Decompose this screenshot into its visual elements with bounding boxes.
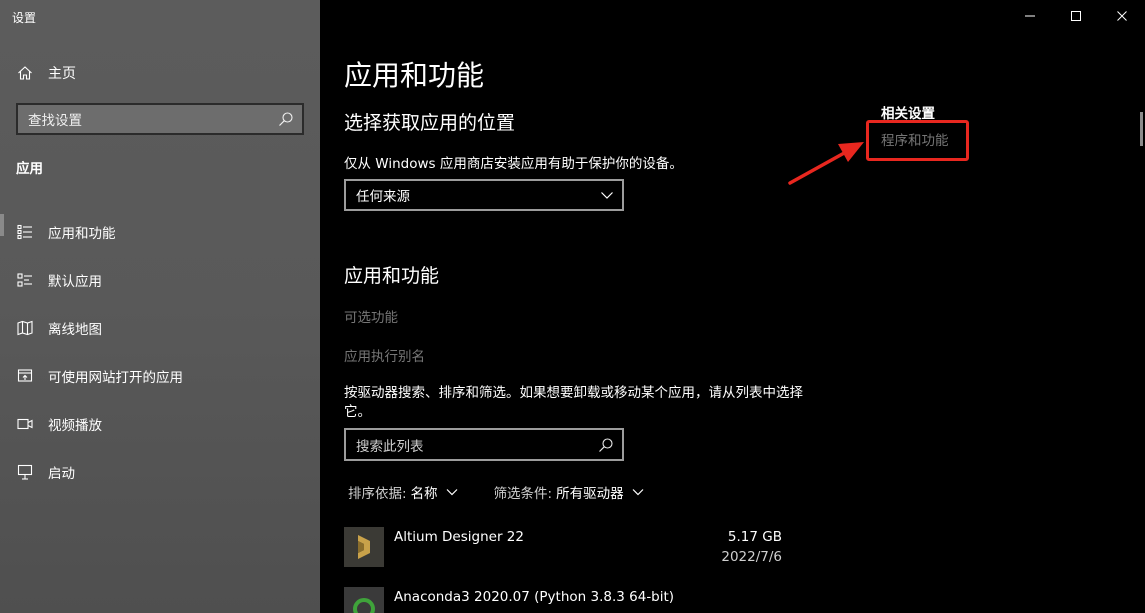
anaconda-icon xyxy=(344,587,384,613)
sort-by-label: 排序依据: xyxy=(348,486,407,502)
related-settings-heading: 相关设置 xyxy=(881,106,935,122)
search-icon[interactable] xyxy=(278,111,294,127)
choose-location-heading: 选择获取应用的位置 xyxy=(344,112,516,134)
annotation-arrow-icon xyxy=(788,142,864,185)
sidebar-item-default-apps[interactable]: 默认应用 xyxy=(0,256,320,304)
filter-by-label: 筛选条件: xyxy=(493,486,553,502)
video-playback-icon xyxy=(16,415,34,433)
annotation-highlight-box xyxy=(866,120,969,161)
sidebar-item-startup[interactable]: 启动 xyxy=(0,448,320,496)
app-name: Altium Designer 22 xyxy=(394,529,524,545)
scrollbar-thumb[interactable] xyxy=(1140,112,1143,146)
optional-features-link[interactable]: 可选功能 xyxy=(344,306,398,326)
app-execution-alias-link[interactable]: 应用执行别名 xyxy=(344,345,425,365)
app-source-dropdown[interactable]: 任何来源 xyxy=(344,179,624,211)
startup-icon xyxy=(16,463,34,481)
app-name: Anaconda3 2020.07 (Python 3.8.3 64-bit) xyxy=(394,589,675,605)
sidebar-item-website-apps[interactable]: 可使用网站打开的应用 xyxy=(0,352,320,400)
chevron-down-icon xyxy=(601,192,613,199)
settings-search-input[interactable]: 查找设置 xyxy=(16,103,304,135)
apps-features-heading: 应用和功能 xyxy=(344,265,440,287)
chevron-down-icon xyxy=(446,489,457,496)
sidebar-item-label: 视频播放 xyxy=(48,418,102,434)
sidebar-item-label: 可使用网站打开的应用 xyxy=(48,370,183,386)
sidebar-item-apps-features[interactable]: 应用和功能 xyxy=(0,208,320,256)
main-content: 应用和功能 选择获取应用的位置 仅从 Windows 应用商店安装应用有助于保护… xyxy=(320,0,1145,613)
offline-map-icon xyxy=(16,319,34,337)
sort-by-dropdown[interactable]: 排序依据: 名称 xyxy=(348,482,458,502)
home-icon xyxy=(16,64,34,82)
search-description: 按驱动器搜索、排序和筛选。如果想要卸载或移动某个应用，请从列表中选择它。 xyxy=(344,385,803,420)
home-nav-item[interactable]: 主页 xyxy=(16,62,76,84)
app-install-date: 2022/7/6 xyxy=(721,549,782,565)
list-filters: 排序依据: 名称 筛选条件: 所有驱动器 xyxy=(348,482,680,502)
sidebar-item-label: 应用和功能 xyxy=(48,226,116,242)
apps-list-icon xyxy=(16,223,34,241)
sidebar: 设置 主页 查找设置 应用 应用和功能 默认应用 离线地图 可使用网站打开的应用… xyxy=(0,0,320,613)
sidebar-item-video-playback[interactable]: 视频播放 xyxy=(0,400,320,448)
search-icon[interactable] xyxy=(598,437,614,453)
home-label: 主页 xyxy=(48,66,76,82)
chevron-down-icon xyxy=(632,489,644,496)
app-list-search-placeholder: 搜索此列表 xyxy=(356,438,424,455)
sidebar-item-label: 启动 xyxy=(48,466,75,482)
website-apps-icon xyxy=(16,367,34,385)
app-size: 5.17 GB xyxy=(727,529,782,545)
sort-by-value: 名称 xyxy=(410,486,438,502)
app-list-item[interactable]: Altium Designer 22 5.17 GB 2022/7/6 xyxy=(344,527,784,577)
default-apps-icon xyxy=(16,271,34,289)
filter-by-dropdown[interactable]: 筛选条件: 所有驱动器 xyxy=(494,482,644,502)
app-source-value: 任何来源 xyxy=(356,189,410,205)
sidebar-item-offline-maps[interactable]: 离线地图 xyxy=(0,304,320,352)
settings-search-placeholder: 查找设置 xyxy=(28,113,82,129)
filter-by-value: 所有驱动器 xyxy=(556,486,624,502)
page-title: 应用和功能 xyxy=(344,59,485,92)
section-label-apps: 应用 xyxy=(16,161,43,177)
altium-designer-icon xyxy=(344,527,384,567)
sidebar-item-label: 离线地图 xyxy=(48,322,102,338)
sidebar-nav: 应用和功能 默认应用 离线地图 可使用网站打开的应用 视频播放 启动 xyxy=(0,208,320,496)
sidebar-item-label: 默认应用 xyxy=(48,274,102,290)
window-title: 设置 xyxy=(12,11,37,25)
app-list-search-input[interactable]: 搜索此列表 xyxy=(344,428,624,461)
choose-location-description: 仅从 Windows 应用商店安装应用有助于保护你的设备。 xyxy=(344,156,683,172)
app-list-item[interactable]: Anaconda3 2020.07 (Python 3.8.3 64-bit) xyxy=(344,587,784,613)
